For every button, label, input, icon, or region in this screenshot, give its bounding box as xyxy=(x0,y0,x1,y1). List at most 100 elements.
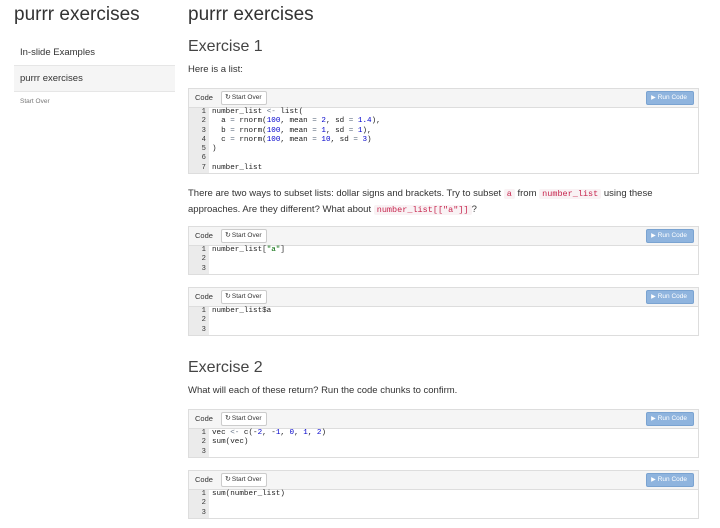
sidebar-item-in-slide-examples[interactable]: In-slide Examples xyxy=(14,40,175,66)
sidebar: purrr exercises In-slide Examples purrr … xyxy=(0,0,175,528)
code-chunk-2: Code ↻Start Over ▶ Run Code 1 number_list["a"… xyxy=(188,226,699,275)
code-text: number_list$a xyxy=(212,307,272,315)
chunk-header: Code ↻Start Over ▶ Run Code xyxy=(189,471,698,490)
code-editor[interactable]: 1 number_list <- list(2 a = rnorm(100, me… xyxy=(189,108,698,174)
play-icon: ▶ xyxy=(651,416,656,422)
refresh-icon: ↻ xyxy=(225,293,231,300)
play-icon: ▶ xyxy=(651,233,656,239)
inline-code-a: a xyxy=(503,189,515,199)
play-icon: ▶ xyxy=(651,294,656,300)
line-number: 7 xyxy=(201,163,206,172)
refresh-icon: ↻ xyxy=(225,415,231,422)
code-line: 6 xyxy=(189,154,698,163)
start-over-button[interactable]: ↻Start Over xyxy=(221,473,267,487)
code-chunk-3: Code ↻Start Over ▶ Run Code 1 number_list$a 2 3 xyxy=(188,287,699,336)
start-over-label: Start Over xyxy=(231,415,262,422)
code-line: 3 xyxy=(189,265,698,274)
code-chunk-4: Code ↻Start Over ▶ Run Code 1 vec <- c(-2, -1… xyxy=(188,409,699,458)
code-line: 1 number_list["a"] xyxy=(189,246,698,255)
chunk-header: Code ↻Start Over ▶ Run Code xyxy=(189,410,698,429)
chunk-code-label: Code xyxy=(195,93,213,102)
code-line: 2 xyxy=(189,499,698,508)
sidebar-title: purrr exercises xyxy=(14,4,140,25)
code-line: 5) xyxy=(189,145,698,154)
run-code-label: Run Code xyxy=(657,476,687,483)
code-line: 7 number_list xyxy=(189,164,698,173)
refresh-icon: ↻ xyxy=(225,476,231,483)
inline-code-double-bracket: number_list[["a"]] xyxy=(373,205,472,215)
line-number: 1 xyxy=(201,108,206,116)
code-text: b = rnorm(100, mean = 1, sd = 1), xyxy=(212,126,372,135)
code-chunk-5: Code ↻Start Over ▶ Run Code 1 sum(number_list… xyxy=(188,470,699,519)
code-text: a = rnorm(100, mean = 2, sd = 1.4), xyxy=(212,117,381,126)
code-line: 2 xyxy=(189,255,698,264)
line-number: 2 xyxy=(201,117,206,126)
start-over-button[interactable]: ↻Start Over xyxy=(221,412,267,426)
exercise-2-intro: What will each of these return? Run the … xyxy=(188,385,458,396)
code-line: 4 c = rnorm(100, mean = 10, sd = 3) xyxy=(189,136,698,145)
start-over-label: Start Over xyxy=(231,232,262,239)
code-text: vec <- c(-2, -1, 0, 1, 2) xyxy=(212,429,327,437)
start-over-button[interactable]: ↻Start Over xyxy=(221,229,267,243)
start-over-label: Start Over xyxy=(231,94,262,101)
code-line: 3 xyxy=(189,509,698,518)
question-text: There are two ways to subset lists: doll… xyxy=(188,188,504,199)
code-chunk-1: Code ↻Start Over ▶ Run Code 1 number_list <- … xyxy=(188,88,699,175)
start-over-button[interactable]: ↻Start Over xyxy=(221,290,267,304)
code-text: sum(number_list) xyxy=(212,490,285,498)
chunk-code-label: Code xyxy=(195,475,213,484)
code-text: sum(vec) xyxy=(212,438,249,447)
line-number: 6 xyxy=(201,154,206,163)
question-text: ? xyxy=(471,204,477,215)
code-editor[interactable]: 1 sum(number_list) 2 3 xyxy=(189,490,698,518)
code-line: 1 sum(number_list) xyxy=(189,490,698,499)
chunk-code-label: Code xyxy=(195,414,213,423)
line-number: 4 xyxy=(201,135,206,144)
chunk-header: Code ↻Start Over ▶ Run Code xyxy=(189,89,698,108)
line-number: 1 xyxy=(201,490,206,498)
run-code-button[interactable]: ▶ Run Code xyxy=(646,229,694,243)
code-editor[interactable]: 1 vec <- c(-2, -1, 0, 1, 2) 2 sum(vec) 3 xyxy=(189,429,698,457)
line-number: 1 xyxy=(201,307,206,315)
line-number: 5 xyxy=(201,145,206,154)
exercise-2-title: Exercise 2 xyxy=(188,359,263,376)
line-number: 3 xyxy=(201,447,206,456)
chunk-header: Code ↻Start Over ▶ Run Code xyxy=(189,288,698,307)
start-over-label: Start Over xyxy=(231,293,262,300)
inline-code-number-list: number_list xyxy=(539,189,602,199)
exercise-1-intro: Here is a list: xyxy=(188,64,243,75)
line-number: 2 xyxy=(201,316,206,325)
code-editor[interactable]: 1 number_list["a"] 2 3 xyxy=(189,246,698,274)
run-code-button[interactable]: ▶ Run Code xyxy=(646,290,694,304)
refresh-icon: ↻ xyxy=(225,232,231,239)
code-text: number_list <- list( xyxy=(212,108,304,116)
run-code-label: Run Code xyxy=(657,415,687,422)
start-over-button[interactable]: ↻Start Over xyxy=(221,91,267,105)
chunk-header: Code ↻Start Over ▶ Run Code xyxy=(189,227,698,246)
code-text: ) xyxy=(212,145,217,154)
line-number: 2 xyxy=(201,255,206,264)
code-line: 3 xyxy=(189,448,698,457)
chunk-code-label: Code xyxy=(195,292,213,301)
code-text: number_list["a"] xyxy=(212,246,285,254)
sidebar-start-over-link[interactable]: Start Over xyxy=(20,98,50,105)
code-line: 2 a = rnorm(100, mean = 2, sd = 1.4), xyxy=(189,117,698,126)
run-code-button[interactable]: ▶ Run Code xyxy=(646,473,694,487)
exercise-1-question: There are two ways to subset lists: doll… xyxy=(188,186,668,218)
code-line: 1 number_list$a xyxy=(189,307,698,316)
line-number: 2 xyxy=(201,438,206,447)
line-number: 1 xyxy=(201,246,206,254)
sidebar-item-purrr-exercises[interactable]: purrr exercises xyxy=(14,66,175,92)
code-line: 3 xyxy=(189,326,698,335)
code-text: c = rnorm(100, mean = 10, sd = 3) xyxy=(212,135,372,144)
run-code-button[interactable]: ▶ Run Code xyxy=(646,412,694,426)
line-number: 3 xyxy=(201,325,206,334)
code-editor[interactable]: 1 number_list$a 2 3 xyxy=(189,307,698,335)
code-line: 1 number_list <- list( xyxy=(189,108,698,117)
start-over-label: Start Over xyxy=(231,476,262,483)
run-code-button[interactable]: ▶ Run Code xyxy=(646,91,694,105)
line-number: 2 xyxy=(201,499,206,508)
code-line: 1 vec <- c(-2, -1, 0, 1, 2) xyxy=(189,429,698,438)
code-line: 2 xyxy=(189,316,698,325)
run-code-label: Run Code xyxy=(657,293,687,300)
